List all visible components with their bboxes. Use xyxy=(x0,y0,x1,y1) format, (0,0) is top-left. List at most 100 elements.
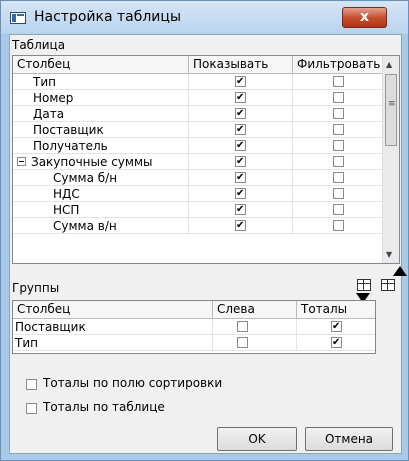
filter-cell xyxy=(293,90,384,106)
filter-checkbox[interactable] xyxy=(333,220,344,231)
row-column-name: НСП xyxy=(13,202,189,218)
filter-checkbox[interactable] xyxy=(333,140,344,151)
groups-header-column[interactable]: Столбец xyxy=(13,301,213,319)
filter-cell xyxy=(293,218,384,234)
column-header-show[interactable]: Показывать xyxy=(189,56,293,74)
group-totals-checkbox[interactable] xyxy=(331,319,342,335)
filter-cell xyxy=(293,186,384,202)
show-checkbox[interactable] xyxy=(235,138,246,154)
show-cell xyxy=(189,106,293,122)
show-cell xyxy=(189,186,293,202)
columns-grid: Столбец Показывать Фильтровать Тип Номер Д… xyxy=(12,55,400,264)
scroll-thumb[interactable] xyxy=(385,74,397,146)
totals-by-sort-checkbox[interactable] xyxy=(26,379,37,390)
title-bar: Настройка таблицы x xyxy=(1,1,408,34)
show-checkbox[interactable] xyxy=(235,202,246,218)
group-name: Поставщик xyxy=(13,319,213,335)
show-checkbox[interactable] xyxy=(235,106,246,122)
window-title: Настройка таблицы xyxy=(34,9,181,25)
group-left-checkbox[interactable] xyxy=(237,321,248,332)
show-checkbox[interactable] xyxy=(235,74,246,90)
columns-scrollbar[interactable]: ▲ ▼ xyxy=(382,56,399,263)
show-cell xyxy=(189,122,293,138)
scroll-down-icon[interactable]: ▼ xyxy=(386,250,392,259)
table-row: Сумма в/н xyxy=(13,218,399,234)
filter-checkbox[interactable] xyxy=(333,76,344,87)
filter-cell xyxy=(293,106,384,122)
table-row: Закупочные суммы xyxy=(13,154,399,170)
group-row[interactable]: Поставщик xyxy=(13,319,375,335)
show-cell xyxy=(189,154,293,170)
show-checkbox[interactable] xyxy=(235,186,246,202)
group-left-cell xyxy=(213,319,297,335)
table-row: Номер xyxy=(13,90,399,106)
show-cell xyxy=(189,74,293,90)
column-header-filter[interactable]: Фильтровать xyxy=(293,56,384,74)
row-label: Закупочные суммы xyxy=(31,155,153,169)
ok-button[interactable]: OK xyxy=(217,427,297,451)
row-label: НСП xyxy=(53,203,80,217)
filter-checkbox[interactable] xyxy=(333,124,344,135)
filter-cell xyxy=(293,154,384,170)
show-checkbox[interactable] xyxy=(235,90,246,106)
row-column-name: Закупочные суммы xyxy=(13,154,189,170)
row-column-name: Получатель xyxy=(13,138,189,154)
row-column-name: Поставщик xyxy=(13,122,189,138)
totals-by-table-checkbox[interactable] xyxy=(26,403,37,414)
show-checkbox[interactable] xyxy=(235,122,246,138)
row-column-name: Дата xyxy=(13,106,189,122)
group-totals-cell xyxy=(297,335,375,351)
totals-by-table-label: Тоталы по таблице xyxy=(43,400,165,414)
show-checkbox[interactable] xyxy=(235,154,246,170)
collapse-icon[interactable] xyxy=(17,157,26,166)
row-label: Поставщик xyxy=(33,123,104,137)
filter-checkbox[interactable] xyxy=(333,108,344,119)
row-label: НДС xyxy=(53,187,80,201)
close-button[interactable]: x xyxy=(342,7,387,28)
row-label: Сумма б/н xyxy=(53,171,118,185)
table-row: Поставщик xyxy=(13,122,399,138)
group-row[interactable]: Тип xyxy=(13,335,375,351)
groups-grid: Столбец Слева Тоталы ПоставщикТип xyxy=(12,300,376,354)
row-label: Тип xyxy=(33,75,56,89)
row-column-name: Номер xyxy=(13,90,189,106)
column-header-column[interactable]: Столбец xyxy=(13,56,189,74)
filter-cell xyxy=(293,122,384,138)
table-remove-icon[interactable] xyxy=(380,278,396,292)
group-left-checkbox[interactable] xyxy=(237,337,248,348)
table-row: НСП xyxy=(13,202,399,218)
groups-header-totals[interactable]: Тоталы xyxy=(297,301,375,319)
dialog-body: Таблица Столбец Показывать Фильтровать Т… xyxy=(9,34,407,454)
show-checkbox[interactable] xyxy=(235,218,246,234)
table-section-label: Таблица xyxy=(12,38,66,52)
show-cell xyxy=(189,170,293,186)
row-label: Дата xyxy=(33,107,65,121)
scroll-up-icon[interactable]: ▲ xyxy=(386,60,392,69)
filter-checkbox[interactable] xyxy=(333,92,344,103)
filter-checkbox[interactable] xyxy=(333,188,344,199)
cancel-button[interactable]: Отмена xyxy=(305,427,393,451)
row-column-name: НДС xyxy=(13,186,189,202)
table-add-icon[interactable] xyxy=(356,278,372,292)
row-column-name: Сумма в/н xyxy=(13,218,189,234)
show-checkbox[interactable] xyxy=(235,170,246,186)
filter-cell xyxy=(293,202,384,218)
table-row: Дата xyxy=(13,106,399,122)
group-name: Тип xyxy=(13,335,213,351)
show-cell xyxy=(189,202,293,218)
row-label: Сумма в/н xyxy=(53,219,117,233)
show-cell xyxy=(189,138,293,154)
arrow-up-icon xyxy=(393,266,407,276)
row-column-name: Тип xyxy=(13,74,189,90)
filter-checkbox[interactable] xyxy=(333,172,344,183)
settings-dialog: Настройка таблицы x Таблица Столбец Пока… xyxy=(0,0,409,461)
groups-header-left[interactable]: Слева xyxy=(213,301,297,319)
row-label: Номер xyxy=(33,91,74,105)
row-column-name: Сумма б/н xyxy=(13,170,189,186)
filter-checkbox[interactable] xyxy=(333,156,344,167)
group-totals-checkbox[interactable] xyxy=(331,335,342,351)
group-totals-cell xyxy=(297,319,375,335)
filter-checkbox[interactable] xyxy=(333,204,344,215)
table-row: НДС xyxy=(13,186,399,202)
filter-cell xyxy=(293,170,384,186)
